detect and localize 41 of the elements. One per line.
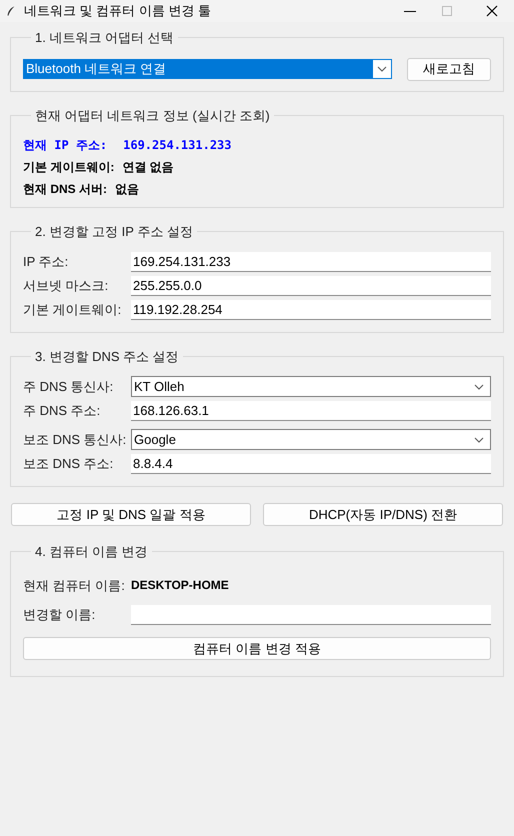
caret-icon [377, 66, 387, 72]
computer-name: DESKTOP-HOME [131, 577, 229, 594]
action-button[interactable]: DHCP(자동 IP/DNS) 전환 [263, 503, 503, 526]
field-label: 기본 게이트웨이: [23, 300, 122, 319]
info-label: 기본 게이트웨이: [23, 159, 114, 175]
field-label: IP 주소: [23, 252, 70, 271]
feather-icon [6, 4, 16, 18]
caret-icon [474, 436, 484, 442]
action-button[interactable]: 고정 IP 및 DNS 일괄 적용 [11, 503, 251, 526]
caret-icon [474, 384, 484, 390]
input-field[interactable]: 169.254.131.233 [131, 252, 491, 272]
adapter-dropdown[interactable]: Bluetooth 네트워크 연결 [23, 59, 392, 79]
window-title: 네트워크 및 컴퓨터 이름 변경 툴 [24, 2, 212, 20]
group-title: 1. 네트워크 어댑터 선택 [34, 29, 175, 47]
dropdown-field[interactable]: KT Olleh [131, 376, 491, 397]
field-label: 주 DNS 통신사: [23, 378, 114, 396]
input-field[interactable]: 168.126.63.1 [131, 401, 491, 421]
apply-button[interactable]: 컴퓨터 이름 변경 적용 [23, 637, 491, 660]
group-title: 4. 컴퓨터 이름 변경 [34, 543, 149, 561]
close-icon[interactable] [486, 5, 498, 17]
dropdown-field[interactable]: Google [131, 429, 491, 450]
group-title: 2. 변경할 고정 IP 주소 설정 [34, 223, 194, 241]
input-field[interactable]: 8.8.4.4 [131, 454, 491, 474]
info-value: 연결 없음 [122, 159, 174, 175]
info-value: 169.254.131.233 [123, 137, 232, 153]
input-field[interactable]: 119.192.28.254 [131, 300, 491, 320]
group-title: 3. 변경할 DNS 주소 설정 [34, 348, 180, 366]
field-label: 현재 컴퓨터 이름: [23, 576, 126, 594]
info-value: 없음 [115, 181, 139, 197]
input-field[interactable] [131, 605, 491, 625]
field-label: 보조 DNS 주소: [23, 455, 114, 474]
group-title: 현재 어댑터 네트워크 정보 (실시간 조회) [34, 106, 271, 125]
field-label: 서브넷 마스크: [23, 276, 110, 295]
field-label: 변경할 이름: [23, 606, 96, 624]
minimize-icon[interactable] [404, 10, 416, 12]
info-label: 현재 IP 주소: [23, 137, 108, 153]
field-label: 주 DNS 주소: [23, 402, 102, 420]
field-label: 보조 DNS 통신사: [23, 430, 128, 449]
input-field[interactable]: 255.255.0.0 [131, 276, 491, 296]
refresh-button[interactable]: 새로고침 [407, 58, 491, 80]
info-label: 현재 DNS 서버: [23, 181, 107, 197]
